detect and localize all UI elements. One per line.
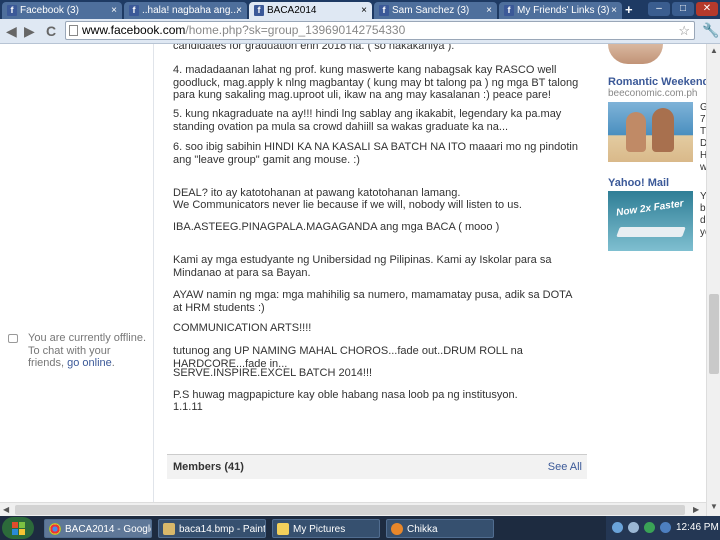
tab-my-friends-links[interactable]: f My Friends' Links (3) × <box>499 2 622 19</box>
taskbar-item-chikka[interactable]: Chikka <box>386 519 494 538</box>
forward-button[interactable]: ▶ <box>24 22 35 40</box>
paint-icon <box>163 523 175 535</box>
tab-label: Facebook (3) <box>20 5 79 16</box>
clock[interactable]: 12:46 PM <box>676 522 719 533</box>
bookmark-star-icon[interactable]: ☆ <box>678 22 690 39</box>
tab-label: BACA2014 <box>267 5 317 16</box>
update-icon[interactable] <box>660 522 671 533</box>
windows-logo-icon <box>12 529 18 535</box>
windows-logo-icon <box>19 522 25 528</box>
facebook-page: You are currently offline. To chat with … <box>0 44 706 516</box>
close-tab-icon[interactable]: × <box>486 2 492 19</box>
minimize-button[interactable]: – <box>648 2 670 16</box>
ad-source: beeconomic.com.ph <box>608 88 698 99</box>
scrollbar-thumb[interactable] <box>709 294 719 374</box>
new-tab-button[interactable]: + <box>625 3 633 17</box>
tab-label: My Friends' Links (3) <box>517 5 610 16</box>
close-tab-icon[interactable]: × <box>111 2 117 19</box>
windows-logo-icon <box>19 529 25 535</box>
ad-beach-image[interactable] <box>608 102 693 162</box>
chrome-icon <box>49 523 61 535</box>
ad-image-text: Now 2x Faster <box>615 198 685 219</box>
address-bar[interactable]: www.facebook.com/home.php?sk=group_13969… <box>65 21 695 40</box>
taskbar-item-my-pictures[interactable]: My Pictures <box>272 519 380 538</box>
taskbar-item-label: My Pictures <box>293 524 346 535</box>
windows-logo-icon <box>12 522 18 528</box>
start-button[interactable] <box>2 517 34 539</box>
address-host: www.facebook.com <box>82 23 186 37</box>
facebook-favicon-icon: f <box>129 5 139 16</box>
tab-label: Sam Sanchez (3) <box>392 5 470 16</box>
taskbar-item-label: Chikka <box>407 524 438 535</box>
post-line: candidates for graduation ehh 2018 na. (… <box>173 44 455 52</box>
network-icon[interactable] <box>612 522 623 533</box>
post-line: 5. kung nkagraduate na ay!!! hindi lng s… <box>173 108 562 133</box>
post-line: DEAL? ito ay katotohanan at pawang katot… <box>173 187 461 199</box>
post-line: IBA.ASTEEG.PINAGPALA.MAGAGANDA ang mga B… <box>173 221 500 233</box>
members-count: Members (41) <box>173 461 244 473</box>
post-line: COMMUNICATION ARTS!!!! <box>173 322 312 334</box>
see-all-link[interactable]: See All <box>548 461 582 473</box>
system-tray: 12:46 PM <box>606 516 720 540</box>
taskbar-item-paint[interactable]: baca14.bmp - Paint <box>158 519 266 538</box>
tab-label: ..hala! nagbaha ang... <box>142 5 239 16</box>
members-section-header: Members (41) See All <box>167 454 587 479</box>
post-line: 6. soo ibig sabihin HINDI KA NA KASALI S… <box>173 141 578 166</box>
ad-yahoo-mail[interactable]: Yahoo! Mail Now 2x Faster Ya bil da yo <box>608 177 706 251</box>
chat-icon <box>8 334 18 343</box>
close-window-button[interactable]: ✕ <box>696 2 718 16</box>
facebook-favicon-icon: f <box>504 5 514 16</box>
post-line: P.S huwag magpapicture kay oble habang n… <box>173 389 518 401</box>
taskbar-item-label: baca14.bmp - Paint <box>179 524 266 535</box>
taskbar-item-chrome[interactable]: BACA2014 - Google C... <box>44 519 152 538</box>
reload-button[interactable]: C <box>46 22 56 40</box>
address-path: /home.php?sk=group_139690142754330 <box>185 23 406 37</box>
tab-facebook[interactable]: f Facebook (3) × <box>2 2 122 19</box>
facebook-favicon-icon: f <box>254 5 264 16</box>
ad-title[interactable]: Yahoo! Mail <box>608 177 706 189</box>
folder-icon <box>277 523 289 535</box>
ad-yahoo-image[interactable]: Now 2x Faster <box>608 191 693 251</box>
page-icon <box>69 25 78 36</box>
ad-image-top[interactable] <box>608 44 663 64</box>
taskbar-item-label: BACA2014 - Google C... <box>65 524 151 535</box>
offline-end: . <box>111 357 115 369</box>
tab-hala[interactable]: f ..hala! nagbaha ang... × <box>124 2 247 19</box>
post-line: AYAW namin ng mga: mga mahihilig sa nume… <box>173 289 572 314</box>
close-tab-icon[interactable]: × <box>361 2 367 19</box>
scroll-up-icon[interactable]: ▲ <box>710 46 718 55</box>
facebook-favicon-icon: f <box>7 5 17 16</box>
browser-tab-strip: f Facebook (3) × f ..hala! nagbaha ang..… <box>0 0 720 19</box>
post-line: Kami ay mga estudyante ng Unibersidad ng… <box>173 254 552 279</box>
back-button[interactable]: ◀ <box>6 22 17 40</box>
scroll-right-icon[interactable]: ▶ <box>693 505 699 514</box>
vertical-scrollbar[interactable]: ▲ ▼ <box>706 44 720 516</box>
ad-romantic-weekend[interactable]: Romantic Weekend Av beeconomic.com.ph Go… <box>608 76 706 173</box>
browser-toolbar: ◀ ▶ C www.facebook.com/home.php?sk=group… <box>0 19 720 44</box>
volume-icon[interactable] <box>628 522 639 533</box>
tab-sam-sanchez[interactable]: f Sam Sanchez (3) × <box>374 2 497 19</box>
windows-taskbar: BACA2014 - Google C... baca14.bmp - Pain… <box>0 516 720 540</box>
close-tab-icon[interactable]: × <box>236 2 242 19</box>
scrollbar-thumb[interactable] <box>15 505 685 515</box>
maximize-button[interactable]: □ <box>672 2 694 16</box>
go-online-link[interactable]: go online <box>67 357 112 369</box>
tab-baca2014[interactable]: f BACA2014 × <box>249 2 372 19</box>
post-line: SERVE.INSPIRE.EXCEL BATCH 2014!!! <box>173 367 373 379</box>
horizontal-scrollbar[interactable]: ◀ ▶ <box>0 502 706 517</box>
chikka-icon <box>391 523 403 535</box>
scroll-down-icon[interactable]: ▼ <box>710 502 718 511</box>
antivirus-icon[interactable] <box>644 522 655 533</box>
column-divider <box>153 44 154 516</box>
post-line: We Communicators never lie because if we… <box>173 199 522 211</box>
post-line: 4. madadaanan lahat ng prof. kung maswer… <box>173 64 579 101</box>
post-line: 1.1.11 <box>173 401 203 413</box>
facebook-favicon-icon: f <box>379 5 389 16</box>
scroll-left-icon[interactable]: ◀ <box>3 505 9 514</box>
wrench-menu-icon[interactable]: 🔧 <box>702 22 719 39</box>
close-tab-icon[interactable]: × <box>611 2 617 19</box>
ad-title[interactable]: Romantic Weekend Av <box>608 76 706 88</box>
